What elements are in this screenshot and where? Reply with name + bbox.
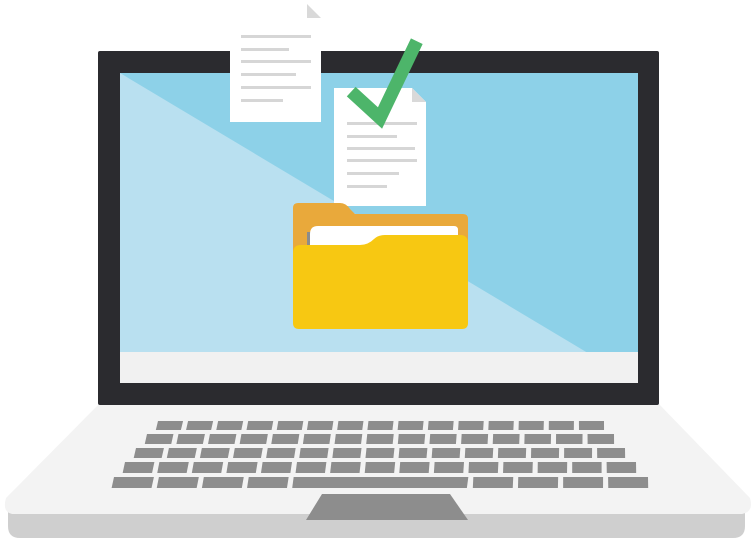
keyboard-key	[133, 448, 164, 458]
folder-icon	[293, 203, 468, 329]
keyboard-key	[239, 434, 268, 444]
keyboard-key	[111, 477, 154, 488]
keyboard-key	[364, 462, 396, 473]
keyboard-key	[464, 448, 494, 458]
document-icon	[230, 4, 321, 122]
keyboard-key	[366, 434, 394, 444]
keyboard-key	[530, 448, 560, 458]
keyboard-key	[517, 477, 559, 488]
keyboard-key	[247, 477, 289, 488]
keyboard-key	[233, 448, 263, 458]
keyboard-key	[365, 448, 395, 458]
keyboard-key	[226, 462, 258, 473]
keyboard-key	[155, 421, 184, 430]
keyboard-key	[367, 421, 394, 430]
keyboard-key	[122, 462, 155, 473]
keyboard-key	[537, 462, 568, 473]
keyboard-key	[397, 434, 426, 444]
laptop-base	[4, 403, 752, 538]
keyboard-key	[157, 462, 189, 473]
keyboard-key	[468, 462, 499, 473]
keyboard-key	[564, 448, 593, 458]
keyboard-key	[518, 421, 544, 430]
keyboard-key	[433, 462, 464, 473]
keyboard-key	[399, 462, 430, 473]
keyboard-key	[166, 448, 197, 458]
keyboard-key	[555, 434, 583, 444]
keyboard-key	[461, 434, 489, 444]
keyboard-key	[427, 421, 454, 430]
keyboard-key	[191, 462, 224, 473]
keyboard-key	[572, 462, 602, 473]
keyboard-key	[292, 477, 469, 488]
folder-front	[293, 235, 468, 329]
keyboard-key	[429, 434, 457, 444]
keyboard-key	[271, 434, 300, 444]
keyboard-key	[578, 421, 605, 430]
keyboard-key	[186, 421, 214, 430]
keyboard-key	[208, 434, 237, 444]
keyboard-key	[199, 448, 230, 458]
keyboard-key	[397, 421, 424, 430]
trackpad	[306, 494, 468, 520]
keyboard-key	[246, 421, 274, 430]
keyboard-key	[302, 434, 331, 444]
keyboard-key	[497, 448, 527, 458]
screen-bottom-bar	[120, 352, 638, 383]
keyboard-key	[299, 448, 329, 458]
keyboard-key	[597, 448, 626, 458]
keyboard-key	[587, 434, 615, 444]
keyboard-key	[606, 462, 637, 473]
keyboard-key	[266, 448, 296, 458]
keyboard-key	[458, 421, 484, 430]
keyboard-key	[276, 421, 304, 430]
keyboard-key	[524, 434, 552, 444]
keyboard-key	[337, 421, 364, 430]
keyboard-key	[295, 462, 327, 473]
keyboard-key	[431, 448, 461, 458]
keyboard-key	[216, 421, 244, 430]
keyboard-key	[492, 434, 520, 444]
keyboard-key	[503, 462, 533, 473]
keyboard-key	[398, 448, 428, 458]
keyboard-key	[472, 477, 514, 488]
keyboard-key	[260, 462, 292, 473]
keyboard-key	[563, 477, 604, 488]
keyboard-key	[332, 448, 362, 458]
keyboard-key	[306, 421, 334, 430]
keyboard-key	[608, 477, 649, 488]
keyboard-key	[176, 434, 205, 444]
keyboard-key	[156, 477, 199, 488]
keyboard-key	[548, 421, 574, 430]
keyboard-key	[201, 477, 244, 488]
keyboard-key	[334, 434, 363, 444]
keyboard-key	[330, 462, 361, 473]
laptop-illustration	[4, 4, 752, 538]
keyboard-key	[144, 434, 174, 444]
document-fold-corner	[307, 4, 321, 18]
keyboard-key	[488, 421, 514, 430]
